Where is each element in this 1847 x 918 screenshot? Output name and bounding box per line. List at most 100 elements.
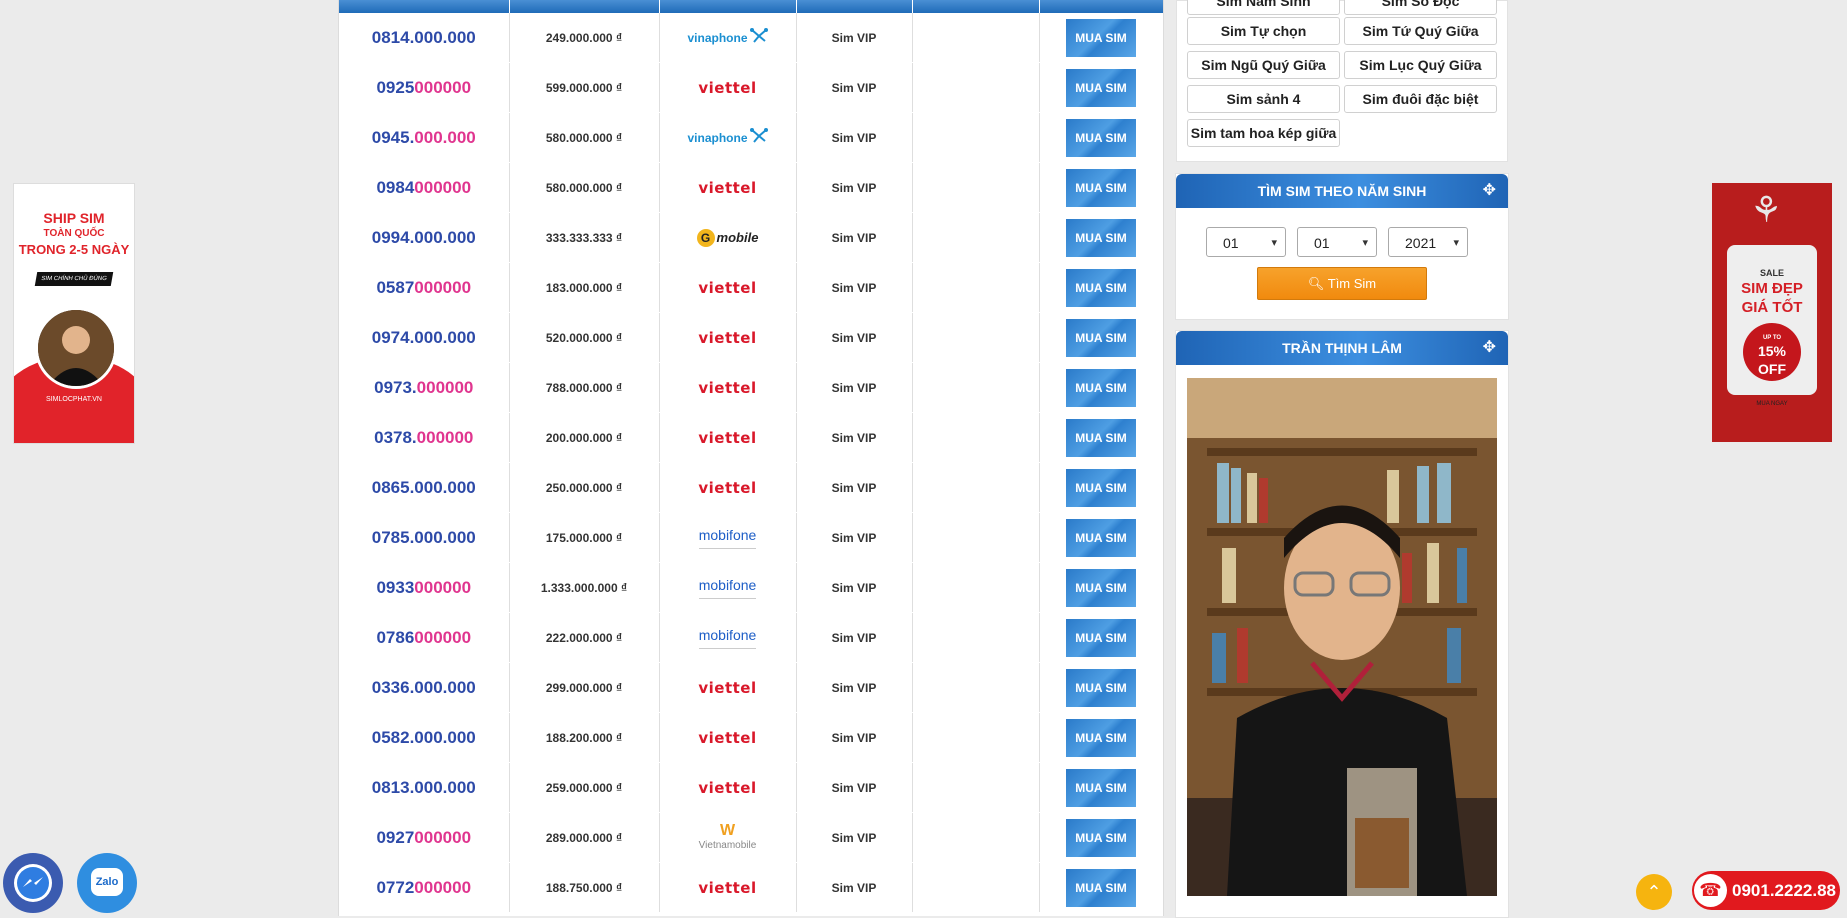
sim-type: Sim VIP xyxy=(796,212,913,263)
empty-cell xyxy=(912,212,1040,263)
sim-number-head: 0813.000.000 xyxy=(371,777,476,797)
vietnamobile-logo-text: Vietnamobile xyxy=(698,840,757,851)
buy-sim-button[interactable]: MUA SIM xyxy=(1066,568,1136,607)
buy-sim-button[interactable]: MUA SIM xyxy=(1066,818,1136,857)
buy-sim-button[interactable]: MUA SIM xyxy=(1066,118,1136,157)
scroll-top-button[interactable]: ⌃ xyxy=(1636,874,1672,910)
banner-line: TOÀN QUỐC xyxy=(43,228,105,239)
year-select[interactable]: 2021 ▾ xyxy=(1388,227,1468,257)
sim-type: Sim VIP xyxy=(796,562,913,613)
sim-number-cell[interactable]: 0814.000.000 xyxy=(339,13,510,63)
buy-sim-button[interactable]: MUA SIM xyxy=(1066,318,1136,357)
sim-type-link[interactable]: Sim sảnh 4 xyxy=(1187,85,1340,113)
sim-number-cell[interactable]: 0785.000.000 xyxy=(339,512,510,563)
network-cell: mobifone xyxy=(659,512,797,563)
buy-sim-button[interactable]: MUA SIM xyxy=(1066,468,1136,507)
buy-sim-button[interactable]: MUA SIM xyxy=(1066,868,1136,907)
discount-upto: UP TO xyxy=(1762,335,1782,341)
buy-sim-button[interactable]: MUA SIM xyxy=(1066,218,1136,257)
zalo-button[interactable]: Zalo xyxy=(77,853,137,913)
shipping-promo-banner[interactable]: SHIP SIM TOÀN QUỐC TRONG 2-5 NGÀY SIM CH… xyxy=(13,183,135,444)
sim-type: Sim VIP xyxy=(796,13,913,63)
day-select[interactable]: 01 ▾ xyxy=(1206,227,1286,257)
sim-number-cell[interactable]: 0336.000.000 xyxy=(339,662,510,713)
empty-cell xyxy=(912,13,1040,63)
viettel-logo: viettel xyxy=(698,178,757,197)
sim-type-link[interactable]: Sim đuôi đặc biệt xyxy=(1344,85,1497,113)
month-select[interactable]: 01 ▾ xyxy=(1297,227,1377,257)
sim-number-head: 0933 xyxy=(376,577,415,597)
sim-type-link[interactable]: Sim Năm Sinh xyxy=(1187,0,1340,15)
sim-type: Sim VIP xyxy=(796,62,913,113)
network-cell: viettel xyxy=(659,712,797,763)
table-row: 0925000000 599.000.000 ₫ viettel Sim VIP MUA… xyxy=(339,62,1163,113)
sim-type-link[interactable]: Sim Lục Quý Giữa xyxy=(1344,51,1497,79)
sim-number-cell[interactable]: 0772000000 xyxy=(339,862,510,913)
gmobile-logo-text: mobile xyxy=(716,229,759,245)
header-cell-network xyxy=(659,0,797,13)
viettel-logo: viettel xyxy=(698,328,757,347)
move-icon[interactable]: ✥ xyxy=(1483,174,1496,208)
sim-number-cell[interactable]: 0925000000 xyxy=(339,62,510,113)
sim-number-cell[interactable]: 0865.000.000 xyxy=(339,462,510,513)
buy-sim-button[interactable]: MUA SIM xyxy=(1066,68,1136,107)
empty-cell xyxy=(912,512,1040,563)
sim-number-cell[interactable]: 0984000000 xyxy=(339,162,510,213)
table-row: 0814.000.000 249.000.000 ₫ vinaphone Sim VI… xyxy=(339,13,1163,63)
sim-price: 333.333.333 ₫ xyxy=(509,212,660,263)
sim-number-cell[interactable]: 0973.000000 xyxy=(339,362,510,413)
buy-sim-button[interactable]: MUA SIM xyxy=(1066,718,1136,757)
sim-number-cell[interactable]: 0786000000 xyxy=(339,612,510,663)
table-row: 0974.000.000 520.000.000 ₫ viettel Sim VIP M… xyxy=(339,312,1163,363)
sim-price: 599.000.000 ₫ xyxy=(509,62,660,113)
search-sim-button[interactable]: 🔍︎ Tìm Sim xyxy=(1257,267,1427,300)
buy-sim-button[interactable]: MUA SIM xyxy=(1066,168,1136,207)
sim-number-head: 0865.000.000 xyxy=(371,477,476,497)
sim-number-cell[interactable]: 0927000000 xyxy=(339,812,510,863)
buy-sim-button[interactable]: MUA SIM xyxy=(1066,618,1136,657)
sim-price: 188.750.000 ₫ xyxy=(509,862,660,913)
sim-number-cell[interactable]: 0945.000.000 xyxy=(339,112,510,163)
sim-number-cell[interactable]: 0994.000.000 xyxy=(339,212,510,263)
sim-number-head: 0582.000.000 xyxy=(371,727,476,747)
sim-type-link[interactable]: Sim Số Độc xyxy=(1344,0,1497,15)
sim-type-link[interactable]: Sim tam hoa kép giữa xyxy=(1187,119,1340,147)
messenger-button[interactable] xyxy=(3,853,63,913)
buy-sim-button[interactable]: MUA SIM xyxy=(1066,268,1136,307)
action-cell: MUA SIM xyxy=(1039,262,1163,313)
buy-sim-button[interactable]: MUA SIM xyxy=(1066,768,1136,807)
move-icon[interactable]: ✥ xyxy=(1483,331,1496,365)
sim-number-cell[interactable]: 0378.000000 xyxy=(339,412,510,463)
buy-sim-button[interactable]: MUA SIM xyxy=(1066,518,1136,557)
birth-year-search-panel: TÌM SIM THEO NĂM SINH ✥ 01 ▾ 01 ▾ 2021 ▾… xyxy=(1175,173,1509,320)
buy-sim-button[interactable]: MUA SIM xyxy=(1066,18,1136,57)
sim-type: Sim VIP xyxy=(796,662,913,713)
buy-sim-button[interactable]: MUA SIM xyxy=(1066,668,1136,707)
hotline-button[interactable]: ☎ 0901.2222.88 xyxy=(1692,871,1840,910)
empty-cell xyxy=(912,312,1040,363)
sim-price: 259.000.000 ₫ xyxy=(509,762,660,813)
sim-number-head: 0973. xyxy=(374,377,417,397)
sim-number-cell[interactable]: 0933000000 xyxy=(339,562,510,613)
search-icon: 🔍︎ xyxy=(1307,276,1325,291)
sim-number-cell[interactable]: 0974.000.000 xyxy=(339,312,510,363)
sim-type-link[interactable]: Sim Tự chọn xyxy=(1187,17,1340,45)
buy-sim-button[interactable]: MUA SIM xyxy=(1066,418,1136,457)
header-cell-extra xyxy=(912,0,1040,13)
sim-number-cell[interactable]: 0587000000 xyxy=(339,262,510,313)
table-row: 0582.000.000 188.200.000 ₫ viettel Sim VIP M… xyxy=(339,712,1163,763)
sale-promo-banner[interactable]: ⚘ SALE SIM ĐẸP GIÁ TỐT UP TO 15% OFF MUA… xyxy=(1712,183,1832,442)
vinaphone-star-icon xyxy=(749,127,768,143)
sim-number-head: 0378. xyxy=(374,427,417,447)
sim-number-head: 0336.000.000 xyxy=(371,677,476,697)
sim-type-link[interactable]: Sim Ngũ Quý Giữa xyxy=(1187,51,1340,79)
sim-price: 788.000.000 ₫ xyxy=(509,362,660,413)
buy-sim-button[interactable]: MUA SIM xyxy=(1066,368,1136,407)
sim-number-cell[interactable]: 0582.000.000 xyxy=(339,712,510,763)
sim-type-link[interactable]: Sim Tứ Quý Giữa xyxy=(1344,17,1497,45)
messenger-icon xyxy=(14,864,52,902)
header-cell-price xyxy=(509,0,660,13)
table-header xyxy=(339,0,1163,13)
sim-number-head: 0587 xyxy=(376,277,415,297)
sim-number-cell[interactable]: 0813.000.000 xyxy=(339,762,510,813)
